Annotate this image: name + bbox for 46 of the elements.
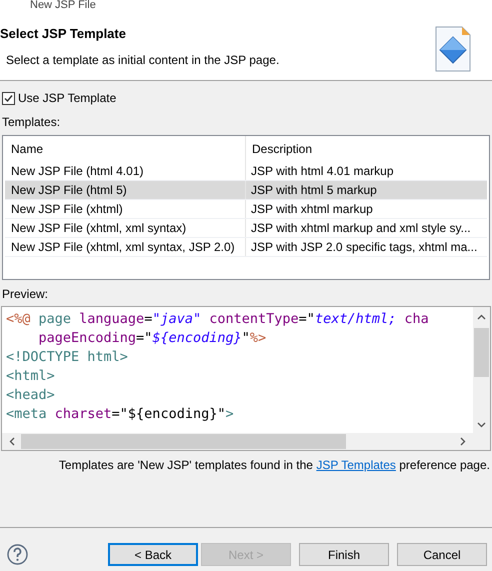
page-description: Select a template as initial content in the JSP page. [5, 52, 280, 68]
scroll-left-icon[interactable] [9, 437, 15, 446]
column-header[interactable]: Description [246, 136, 489, 162]
horizontal-scrollbar[interactable] [2, 433, 490, 450]
wizard-button[interactable]: < Back [108, 543, 198, 566]
checkbox[interactable] [2, 92, 15, 104]
table-cell: New JSP File (xhtml) [5, 200, 246, 218]
code-line: <html> [6, 367, 55, 386]
table-cell-text: JSP with html 4.01 markup [250, 163, 395, 180]
code-line: <meta charset="${encoding}"> [6, 405, 234, 424]
scroll-up-icon[interactable] [477, 314, 486, 320]
table-row[interactable]: New JSP File (xhtml, xml syntax) JSP with xhtml markup and xml style sy... [5, 219, 487, 238]
checkbox-label[interactable]: Use JSP Template [18, 89, 116, 107]
vertical-scrollbar[interactable] [473, 307, 490, 433]
scrollbar-thumb[interactable] [474, 328, 489, 377]
templates-label: Templates: [2, 114, 62, 131]
scrollbar-thumb[interactable] [21, 434, 346, 449]
table-row[interactable]: New JSP File (html 5) JSP with html 5 markup [5, 181, 487, 200]
wizard-button[interactable]: Cancel [397, 543, 487, 566]
footer-text: Templates are 'New JSP' templates found in the [58, 457, 314, 474]
help-icon[interactable] [7, 544, 28, 565]
table-cell-text: JSP with html 5 markup [250, 182, 378, 199]
scroll-down-icon[interactable] [477, 422, 486, 428]
table-cell: New JSP File (xhtml, xml syntax) [5, 219, 246, 237]
preview-label: Preview: [2, 286, 50, 303]
table-cell-text: JSP with xhtml markup and xml style sy... [250, 220, 472, 237]
code-line: <!DOCTYPE html> [6, 348, 128, 367]
table-cell-text: JSP with xhtml markup [250, 201, 374, 218]
table-row[interactable]: New JSP File (xhtml, xml syntax, JSP 2.0) JSP with JSP 2.0 specific tags, xhtml ma... [5, 238, 487, 257]
window-title: New JSP File [30, 0, 96, 10]
code-line: pageEncoding="${encoding}"%> [38, 329, 266, 348]
table-cell: New JSP File (xhtml, xml syntax, JSP 2.0) [5, 238, 246, 256]
jsp-file-icon [434, 25, 472, 73]
table-cell: New JSP File (html 4.01) [5, 162, 246, 180]
scroll-right-icon[interactable] [460, 437, 466, 446]
table-cell: New JSP File (html 5) [5, 181, 246, 199]
footer-text: preference page. [398, 457, 490, 474]
table-row[interactable]: New JSP File (html 4.01) JSP with html 4.01 markup [5, 162, 487, 181]
table-row[interactable]: New JSP File (xhtml) JSP with xhtml markup [5, 200, 487, 219]
checkmark-icon [4, 94, 13, 102]
code-line: <%@ page language="java" contentType="text/html; cha [6, 310, 429, 329]
jsp-templates-link[interactable]: JSP Templates [316, 456, 396, 474]
page-title: Select JSP Template [0, 25, 127, 43]
code-line: <head> [6, 386, 55, 405]
table-cell-text: JSP with JSP 2.0 specific tags, xhtml ma... [250, 239, 478, 256]
wizard-button[interactable]: Finish [299, 543, 389, 566]
